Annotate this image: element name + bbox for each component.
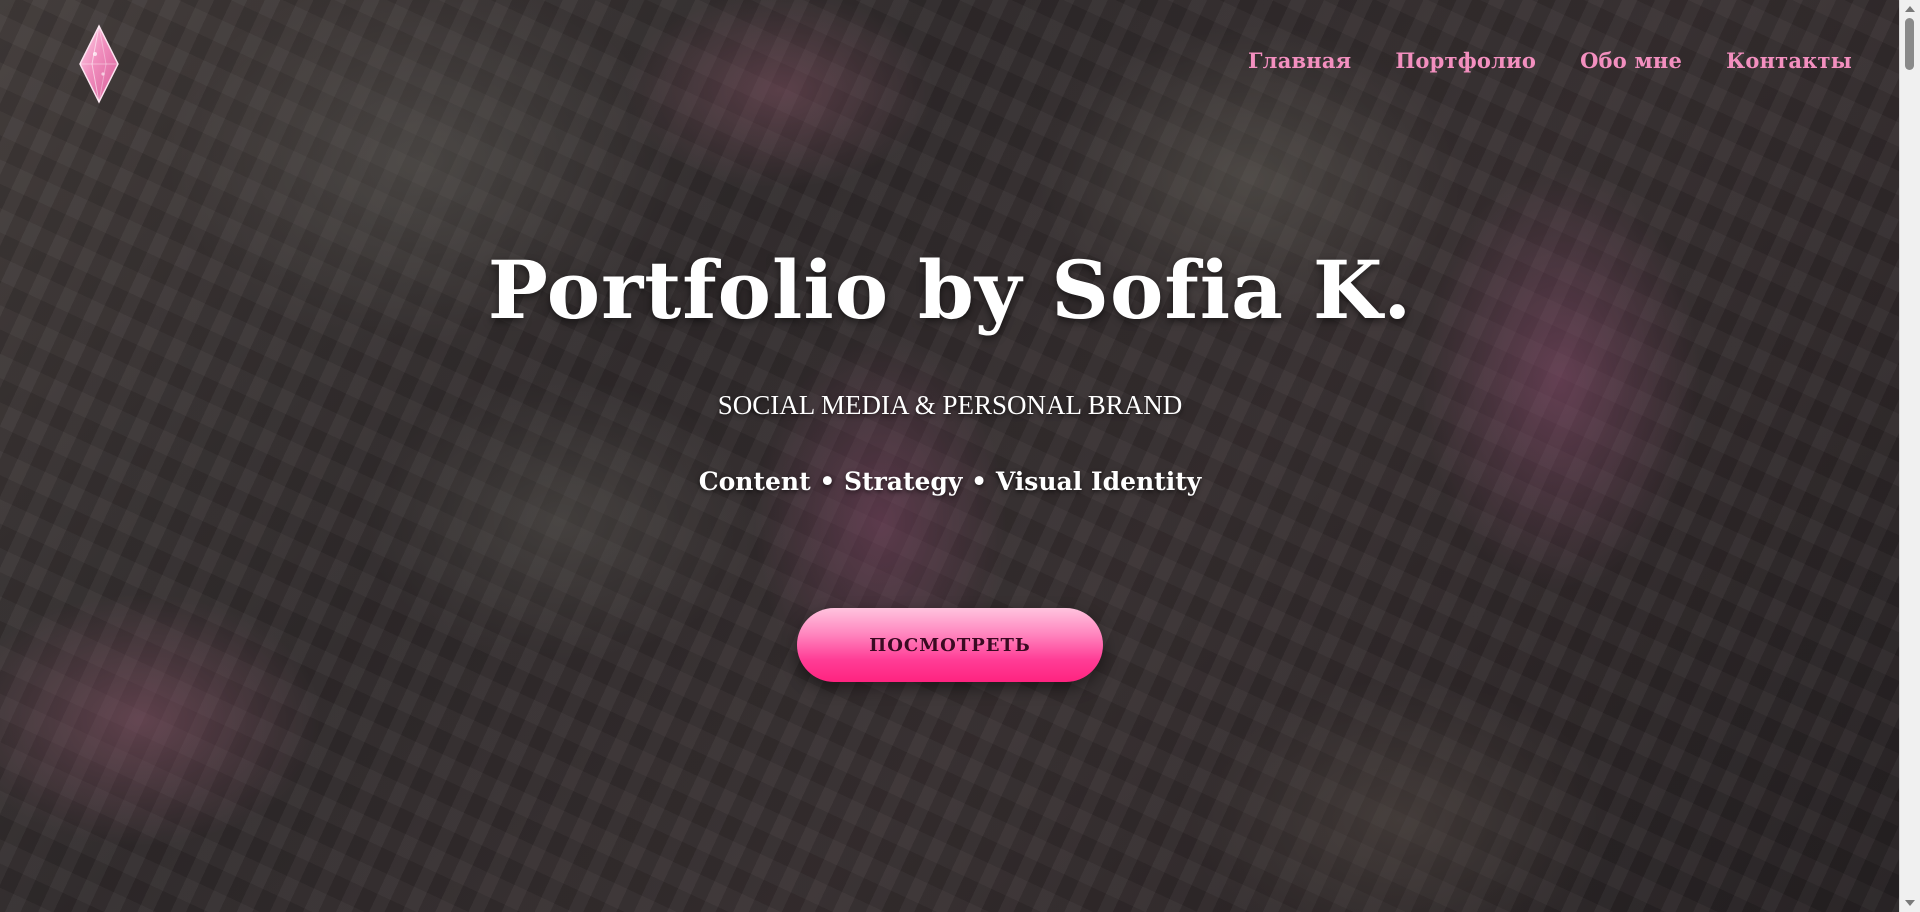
view-portfolio-button[interactable]: ПОСМОТРЕТЬ (797, 608, 1103, 682)
nav-link-portfolio[interactable]: Портфолио (1395, 48, 1536, 73)
page-scrollbar[interactable] (1899, 0, 1920, 912)
logo-link[interactable] (78, 24, 120, 104)
main-navigation: Главная Портфолио Обо мне Контакты (1248, 48, 1852, 73)
pink-diamond-icon (79, 24, 119, 104)
scroll-down-arrow-icon[interactable] (1905, 900, 1915, 906)
nav-link-home[interactable]: Главная (1248, 48, 1351, 73)
scrollbar-thumb[interactable] (1905, 18, 1914, 70)
hero-title: Portfolio by Sofia K. (487, 243, 1413, 337)
scroll-up-arrow-icon[interactable] (1905, 6, 1915, 12)
nav-link-contacts[interactable]: Контакты (1726, 48, 1852, 73)
site-header: Главная Портфолио Обо мне Контакты (0, 0, 1900, 120)
hero-subtitle: SOCIAL MEDIA & PERSONAL BRAND (717, 390, 1183, 420)
hero-section: Portfolio by Sofia K. SOCIAL MEDIA & PER… (0, 250, 1900, 682)
page-viewport: Главная Портфолио Обо мне Контакты Portf… (0, 0, 1920, 912)
hero-tagline: Content • Strategy • Visual Identity (698, 467, 1202, 496)
nav-link-about[interactable]: Обо мне (1580, 48, 1682, 73)
